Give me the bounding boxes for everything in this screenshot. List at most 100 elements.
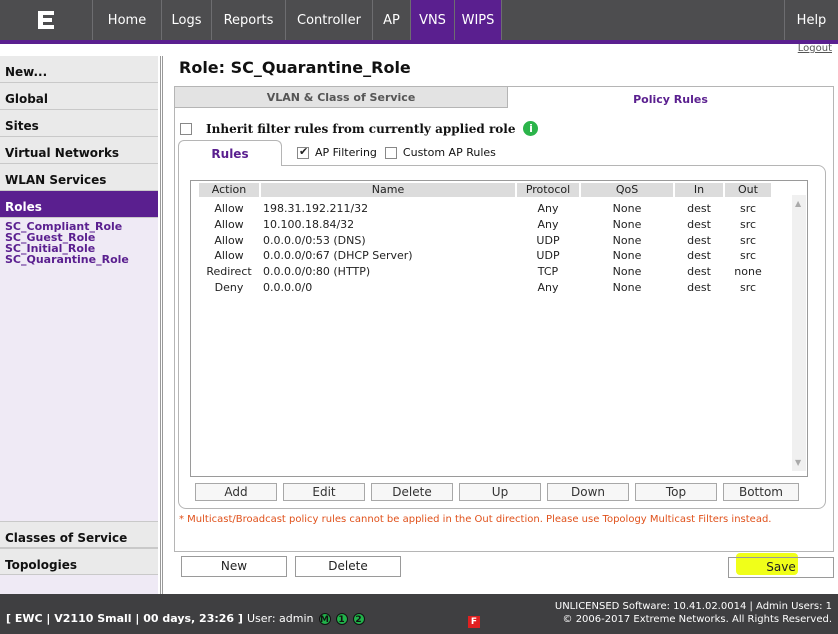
cell-qos: None <box>612 249 642 263</box>
sidebar-bottom: Classes of Service Topologies <box>0 521 158 575</box>
table-row[interactable]: Allow 0.0.0.0/0:67 (DHCP Server) UDP None de… <box>199 248 773 264</box>
tab-reports[interactable]: Reports <box>212 0 286 40</box>
cell-qos: None <box>612 280 642 294</box>
scroll-down-icon[interactable]: ▼ <box>795 458 801 467</box>
tab-logs[interactable]: Logs <box>162 0 212 40</box>
down-button[interactable]: Down <box>547 483 629 501</box>
sidebar-item-wlan-services[interactable]: WLAN Services <box>0 164 158 191</box>
table-scrollbar[interactable]: ▲ ▼ <box>792 195 806 471</box>
tab-ap[interactable]: AP <box>373 0 411 40</box>
edit-button[interactable]: Edit <box>283 483 365 501</box>
cell-name: 10.100.18.84/32 <box>263 217 355 231</box>
tab-home[interactable]: Home <box>93 0 162 40</box>
license-info: UNLICENSED Software: 10.41.02.0014 | Adm… <box>555 600 832 626</box>
nav-accent-line <box>0 40 838 44</box>
table-row[interactable]: Allow 198.31.192.211/32 Any None dest src <box>199 201 773 217</box>
sidebar-role-quarantine[interactable]: SC_Quarantine_Role <box>5 254 158 265</box>
delete-rule-button[interactable]: Delete <box>371 483 453 501</box>
custom-ap-rules-label: Custom AP Rules <box>402 146 496 159</box>
cell-protocol: UDP <box>536 249 560 263</box>
up-button[interactable]: Up <box>459 483 541 501</box>
cell-action: Allow <box>214 202 244 215</box>
status-indicator-m-icon[interactable]: M <box>318 612 331 625</box>
tab-vns[interactable]: VNS <box>411 0 455 40</box>
tab-vlan-class-of-service[interactable]: VLAN & Class of Service <box>175 87 508 108</box>
tab-help[interactable]: Help <box>785 0 838 40</box>
ap-filter-options: AP Filtering Custom AP Rules <box>297 145 496 159</box>
nav-spacer <box>502 0 785 40</box>
copyright-text: © 2006-2017 Extreme Networks. All Rights… <box>562 614 832 625</box>
ap-filtering-checkbox[interactable] <box>297 145 309 159</box>
table-header: Action Name Protocol QoS In Out <box>199 183 773 197</box>
table-row[interactable]: Allow 10.100.18.84/32 Any None dest src <box>199 217 773 233</box>
cell-action: Redirect <box>206 265 252 279</box>
tab-wips[interactable]: WIPS <box>455 0 502 40</box>
cell-qos: None <box>612 233 642 247</box>
inherit-label: Inherit filter rules from currently appl… <box>206 121 516 136</box>
sidebar-divider[interactable] <box>160 56 163 594</box>
cell-in: dest <box>687 280 711 294</box>
table-row[interactable]: Deny 0.0.0.0/0 Any None dest src <box>199 280 773 296</box>
table-row[interactable]: Allow 0.0.0.0/0:53 (DNS) UDP None dest src <box>199 233 773 249</box>
cell-action: Allow <box>214 249 244 263</box>
sidebar-item-topologies[interactable]: Topologies <box>0 548 158 575</box>
col-protocol[interactable]: Protocol <box>517 183 579 197</box>
cell-protocol: Any <box>537 202 559 215</box>
cell-name: 198.31.192.211/32 <box>263 202 369 215</box>
tab-controller[interactable]: Controller <box>286 0 373 40</box>
sidebar-item-sites[interactable]: Sites <box>0 110 158 137</box>
cell-protocol: Any <box>537 217 559 231</box>
cell-name: 0.0.0.0/0 <box>263 280 313 294</box>
cell-out: src <box>739 217 757 231</box>
col-name[interactable]: Name <box>261 183 515 197</box>
extreme-logo-icon[interactable] <box>0 0 93 40</box>
cell-qos: None <box>612 202 642 215</box>
multicast-note: * Multicast/Broadcast policy rules canno… <box>179 514 772 525</box>
cell-qos: None <box>612 217 642 231</box>
info-icon[interactable]: i <box>523 121 539 136</box>
inherit-checkbox[interactable] <box>180 122 192 135</box>
col-action[interactable]: Action <box>199 183 259 197</box>
sidebar-item-roles[interactable]: Roles <box>0 191 158 218</box>
status-indicator-2-icon[interactable]: 2 <box>352 612 365 625</box>
cell-name: 0.0.0.0/0:53 (DNS) <box>263 233 366 247</box>
cell-out: none <box>734 265 762 279</box>
rule-actions: Add Edit Delete Up Down Top Bottom <box>195 483 799 501</box>
col-out[interactable]: Out <box>725 183 771 197</box>
save-button[interactable]: Save <box>728 557 834 578</box>
cell-out: src <box>739 249 757 263</box>
custom-ap-rules-checkbox[interactable] <box>384 146 397 159</box>
cell-in: dest <box>687 249 711 263</box>
sidebar-item-classes-of-service[interactable]: Classes of Service <box>0 521 158 548</box>
col-qos[interactable]: QoS <box>581 183 673 197</box>
inherit-row: Inherit filter rules from currently appl… <box>180 121 539 136</box>
add-button[interactable]: Add <box>195 483 277 501</box>
status-indicator-1-icon[interactable]: 1 <box>335 612 348 625</box>
license-text: UNLICENSED Software: 10.41.02.0014 | Adm… <box>554 601 832 612</box>
table-row[interactable]: Redirect 0.0.0.0/0:80 (HTTP) TCP None dest no… <box>199 264 773 280</box>
cell-protocol: TCP <box>537 265 559 279</box>
table-body: Allow 198.31.192.211/32 Any None dest src Allo… <box>199 201 773 296</box>
sidebar-item-global[interactable]: Global <box>0 83 158 110</box>
scroll-up-icon[interactable]: ▲ <box>795 199 801 208</box>
tab-rules[interactable]: Rules <box>178 140 282 166</box>
delete-button[interactable]: Delete <box>295 556 401 577</box>
bottom-button[interactable]: Bottom <box>723 483 799 501</box>
sidebar-item-new[interactable]: New... <box>0 56 158 83</box>
ap-filtering-label: AP Filtering <box>315 146 377 159</box>
tab-policy-rules[interactable]: Policy Rules <box>508 87 833 108</box>
cell-name: 0.0.0.0/0:80 (HTTP) <box>263 265 371 279</box>
status-bar: [ EWC | V2110 Small | 00 days, 23:26 ] U… <box>0 594 838 634</box>
cell-in: dest <box>687 233 711 247</box>
cell-action: Allow <box>214 233 244 247</box>
logout-link[interactable]: Logout <box>798 43 832 54</box>
new-button[interactable]: New <box>181 556 287 577</box>
top-button[interactable]: Top <box>635 483 717 501</box>
col-in[interactable]: In <box>675 183 723 197</box>
status-left: [ EWC | V2110 Small | 00 days, 23:26 ] U… <box>6 612 365 625</box>
alert-flag-icon[interactable]: F <box>468 616 480 628</box>
cell-action: Allow <box>214 217 244 231</box>
cell-protocol: Any <box>537 280 559 294</box>
cell-action: Deny <box>214 280 244 294</box>
sidebar-item-virtual-networks[interactable]: Virtual Networks <box>0 137 158 164</box>
